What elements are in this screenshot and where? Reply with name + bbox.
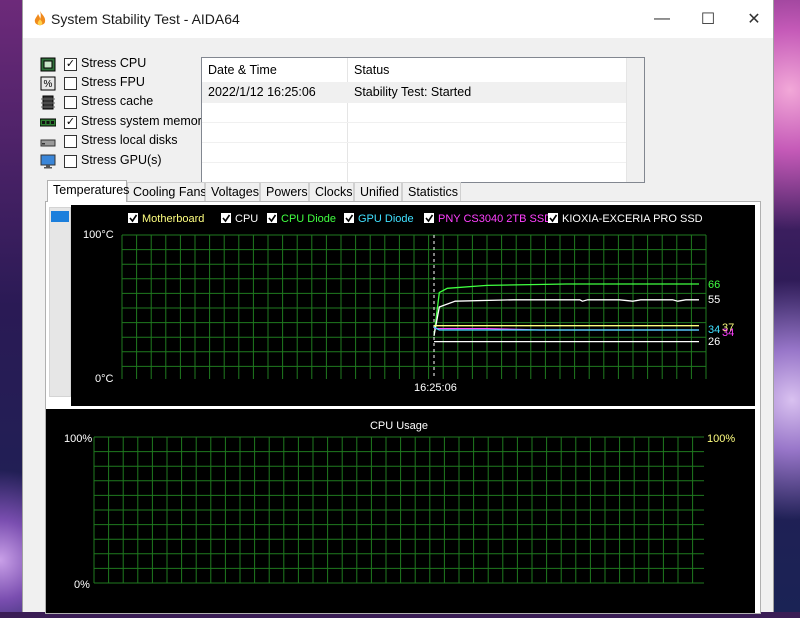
- test-progress-fill: [51, 211, 69, 222]
- table-gridline: [202, 102, 626, 103]
- series-end-label: 26: [708, 336, 720, 348]
- aida64-stability-window: System Stability Test - AIDA64 — ☐ ✕ ✓ S…: [22, 0, 774, 614]
- svg-text:%: %: [44, 79, 53, 90]
- temperature-grid: [121, 234, 707, 379]
- cpu-chip-icon: [40, 57, 56, 72]
- cpu-usage-title: CPU Usage: [370, 420, 428, 432]
- status-table-header: Date & Time Status: [202, 58, 626, 83]
- cpu-usage-chart-svg: CPU Usage 100% 0% 100%: [64, 420, 735, 591]
- test-start-time-label: 16:25:06: [414, 382, 457, 394]
- column-header-status[interactable]: Status: [348, 58, 626, 82]
- stress-memory-checkbox[interactable]: ✓: [64, 116, 77, 129]
- legend-label: CPU: [235, 213, 258, 225]
- stress-gpu-label: Stress GPU(s): [81, 153, 162, 167]
- table-vertical-scrollbar[interactable]: [626, 58, 644, 182]
- series-end-label: 34: [722, 327, 734, 339]
- close-button[interactable]: ✕: [731, 0, 777, 38]
- monitor-gpu-icon: [40, 154, 56, 169]
- memory-module-icon: [40, 118, 56, 127]
- flame-app-icon: [34, 11, 46, 26]
- tab-clocks[interactable]: Clocks: [309, 182, 354, 201]
- tab-unified[interactable]: Unified: [354, 182, 402, 201]
- stress-fpu-option[interactable]: % Stress FPU: [40, 75, 210, 93]
- temp-y-min-label: 0°C: [95, 373, 114, 385]
- stress-cpu-checkbox[interactable]: ✓: [64, 58, 77, 71]
- temperature-series: [433, 283, 699, 343]
- fpu-percent-icon: %: [40, 76, 56, 91]
- stress-cpu-option[interactable]: ✓ Stress CPU: [40, 56, 210, 74]
- table-row[interactable]: 2022/1/12 16:25:06 Stability Test: Start…: [202, 82, 626, 102]
- window-client-area: ✓ Stress CPU % Stress FPU Stress cache ✓…: [23, 38, 773, 614]
- row-datetime: 2022/1/12 16:25:06: [208, 85, 316, 99]
- tab-powers[interactable]: Powers: [260, 182, 309, 201]
- stress-gpu-option[interactable]: Stress GPU(s): [40, 153, 210, 171]
- temperature-end-labels: 665537343426: [708, 279, 734, 348]
- tab-statistics[interactable]: Statistics: [402, 182, 461, 201]
- series-end-label: 34: [708, 324, 720, 336]
- minimize-icon: —: [654, 10, 670, 27]
- stress-cpu-label: Stress CPU: [81, 56, 147, 70]
- stress-memory-option[interactable]: ✓ Stress system memory: [40, 114, 210, 132]
- stress-disks-label: Stress local disks: [81, 133, 178, 147]
- maximize-button[interactable]: ☐: [685, 0, 731, 38]
- cpu-y-min-label: 0%: [74, 579, 90, 591]
- temperature-legend: Motherboard CPU CPU Diode GPU Diode PNY CS30…: [128, 213, 703, 225]
- tab-voltages[interactable]: Voltages: [205, 182, 260, 201]
- cpu-usage-grid: [93, 436, 704, 584]
- column-separator: [347, 58, 348, 182]
- cpu-usage-current-label: 100%: [707, 433, 735, 445]
- tab-cooling-fans[interactable]: Cooling Fans: [127, 182, 207, 201]
- temperature-chart-svg: Motherboard CPU CPU Diode GPU Diode PNY CS30…: [83, 213, 734, 394]
- cpu-usage-chart: CPU Usage 100% 0% 100%: [46, 409, 755, 613]
- stress-memory-label: Stress system memory: [81, 114, 209, 128]
- stress-cache-checkbox[interactable]: [64, 96, 77, 109]
- stress-cache-option[interactable]: Stress cache: [40, 94, 210, 112]
- title-bar[interactable]: System Stability Test - AIDA64 — ☐ ✕: [23, 0, 773, 38]
- table-gridline: [202, 142, 626, 143]
- legend-label: KIOXIA-EXCERIA PRO SSD: [562, 213, 703, 225]
- close-icon: ✕: [747, 11, 761, 28]
- column-header-datetime[interactable]: Date & Time: [202, 58, 347, 82]
- temp-y-max-label: 100°C: [83, 229, 114, 241]
- cache-chip-icon: [41, 95, 55, 110]
- legend-label: GPU Diode: [358, 213, 414, 225]
- test-progress-bar: [49, 207, 71, 397]
- window-title: System Stability Test - AIDA64: [51, 11, 240, 27]
- temperature-chart: Motherboard CPU CPU Diode GPU Diode PNY CS30…: [71, 205, 755, 406]
- minimize-button[interactable]: —: [639, 0, 685, 38]
- stress-fpu-label: Stress FPU: [81, 75, 145, 89]
- status-log-table[interactable]: Date & Time Status 2022/1/12 16:25:06 St…: [201, 57, 645, 183]
- stress-disks-option[interactable]: Stress local disks: [40, 133, 210, 151]
- stress-fpu-checkbox[interactable]: [64, 77, 77, 90]
- cpu-y-max-label: 100%: [64, 433, 92, 445]
- stress-cache-label: Stress cache: [81, 94, 154, 108]
- legend-label: PNY CS3040 2TB SSD: [438, 213, 552, 225]
- temperatures-tab-panel: Motherboard CPU CPU Diode GPU Diode PNY CS30…: [45, 201, 761, 614]
- disk-drive-icon: [40, 139, 56, 147]
- table-gridline: [202, 122, 626, 123]
- legend-label: Motherboard: [142, 213, 204, 225]
- stress-gpu-checkbox[interactable]: [64, 155, 77, 168]
- tab-temperatures[interactable]: Temperatures: [47, 180, 129, 202]
- table-gridline: [202, 162, 626, 163]
- legend-label: CPU Diode: [281, 213, 336, 225]
- stress-disks-checkbox[interactable]: [64, 135, 77, 148]
- series-end-label: 55: [708, 294, 720, 306]
- maximize-icon: ☐: [700, 11, 716, 28]
- row-status: Stability Test: Started: [354, 85, 472, 99]
- series-end-label: 66: [708, 279, 720, 291]
